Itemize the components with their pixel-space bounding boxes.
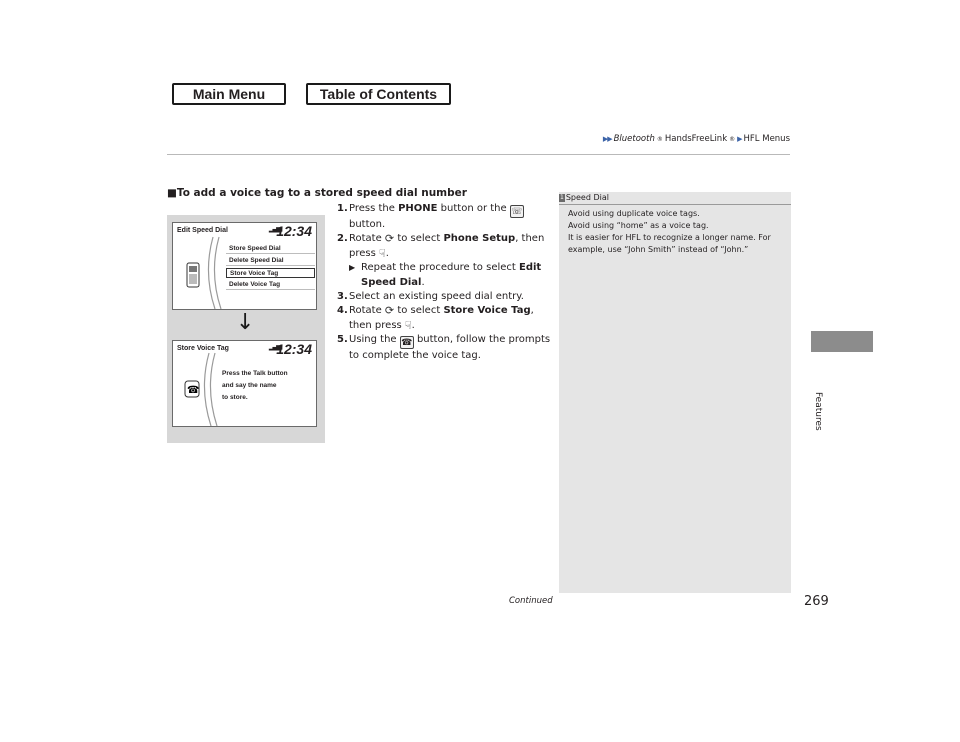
step-4: 4. Rotate ⟳ to select Store Voice Tag, t…: [337, 304, 534, 332]
step-5: 5. Using the ☎ button, follow the prompt…: [337, 334, 551, 362]
menu-item-store-voice-tag: Store Voice Tag: [226, 268, 315, 278]
breadcrumb-bluetooth: Bluetooth: [613, 134, 655, 144]
header-divider: [167, 154, 790, 155]
edit-speed-dial-screen: Edit Speed Dial ▂▄▆▮ 12:34 Store Speed D…: [172, 222, 317, 310]
step-2: 2. Rotate ⟳ to select Phone Setup, then …: [337, 232, 552, 290]
table-of-contents-button[interactable]: Table of Contents: [306, 83, 451, 105]
breadcrumb-hfl-menus: HFL Menus: [743, 134, 790, 144]
step-2-sub: ▶ Repeat the procedure to select Edit Sp…: [349, 262, 542, 288]
clock: 12:34: [276, 341, 312, 357]
press-knob-icon: ☟: [379, 246, 386, 260]
menu-item-delete-speed-dial: Delete Speed Dial: [226, 256, 315, 266]
svg-text:☎: ☎: [187, 385, 199, 396]
main-menu-button[interactable]: Main Menu: [172, 83, 286, 105]
breadcrumb-handsfreelink: HandsFreeLink: [664, 134, 728, 144]
menu-item-delete-voice-tag: Delete Voice Tag: [226, 280, 315, 290]
breadcrumb-arrow-icon: ▶: [737, 135, 742, 143]
rotate-knob-icon: ⟳: [384, 304, 395, 318]
screen-title: Edit Speed Dial: [177, 227, 228, 234]
breadcrumb: ▶▶ Bluetooth ® HandsFreeLink ® ▶ HFL Menus: [602, 134, 790, 144]
step-1: 1. Press the PHONE button or the ☏ butto…: [337, 203, 524, 230]
sub-step-arrow-icon: ▶: [349, 263, 356, 273]
clock: 12:34: [276, 223, 312, 239]
section-label: Features: [813, 392, 823, 431]
menu-item-store-speed-dial: Store Speed Dial: [226, 244, 315, 254]
note-body: Avoid using duplicate voice tags. Avoid …: [568, 209, 771, 254]
section-heading: ■To add a voice tag to a stored speed di…: [167, 187, 467, 199]
note-badge: 1: [559, 194, 565, 202]
screen-illustration: Edit Speed Dial ▂▄▆▮ 12:34 Store Speed D…: [167, 215, 325, 443]
talk-button-icon: ☎: [399, 336, 414, 350]
note-box: 1 Speed Dial Avoid using duplicate voice …: [559, 192, 791, 593]
rotate-knob-icon: ⟳: [384, 232, 395, 246]
section-tab: [811, 331, 873, 352]
step-3: 3. Select an existing speed dial entry.: [337, 291, 524, 303]
pick-up-phone-icon: ☏: [509, 205, 524, 218]
screen-prompt: Press the Talk button and say the name t…: [222, 370, 288, 401]
down-arrow-icon: ↓: [236, 310, 255, 335]
page-number: 269: [804, 594, 829, 609]
screen-title: Store Voice Tag: [177, 345, 229, 352]
continued-label: Continued: [509, 596, 553, 606]
press-knob-icon: ☟: [404, 318, 412, 332]
store-voice-tag-screen: ☎ Store Voice Tag ▂▄▆▮ 12:34 Press the T…: [172, 340, 317, 427]
note-title: 1 Speed Dial: [559, 192, 791, 205]
instruction-steps: 1. Press the PHONE button or the ☏ butto…: [337, 202, 552, 364]
breadcrumb-arrow-icon: ▶▶: [602, 135, 613, 143]
